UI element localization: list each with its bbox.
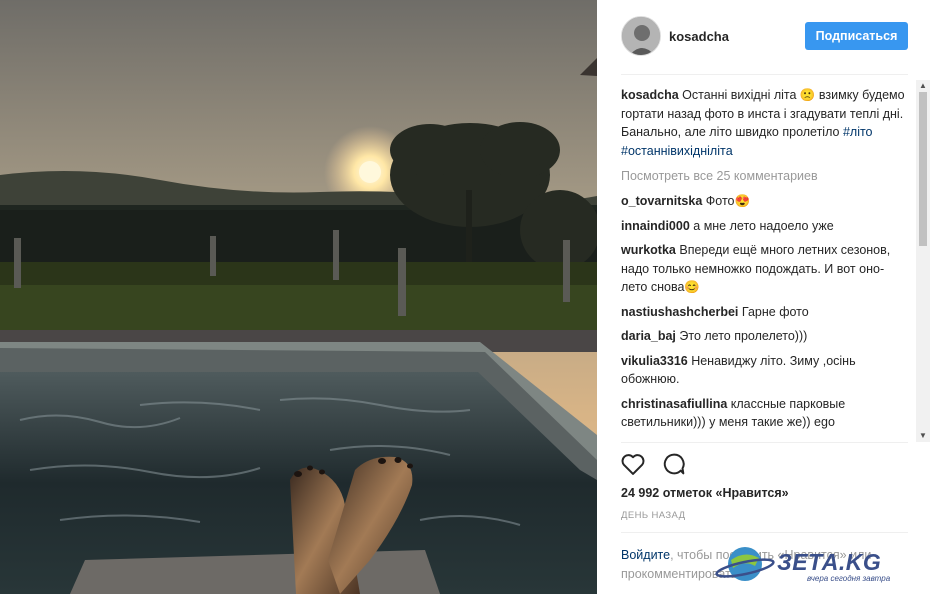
comment-author[interactable]: innaindi000: [621, 219, 690, 233]
avatar[interactable]: [621, 16, 661, 56]
actions-divider: [621, 442, 908, 443]
comments-list[interactable]: kosadcha Останні вихідні літа 🙁 взимку б…: [621, 86, 908, 440]
watermark-text: ЗЕТА.KG: [777, 549, 882, 575]
post-actions: [619, 450, 698, 478]
heart-icon[interactable]: [619, 450, 647, 478]
comment-item: daria_baj Это лето пролелето))): [621, 327, 908, 346]
comment-author[interactable]: o_tovarnitska: [621, 194, 702, 208]
globe-icon: [715, 547, 775, 581]
post-caption: kosadcha Останні вихідні літа 🙁 взимку б…: [621, 86, 908, 160]
view-all-comments-link[interactable]: Посмотреть все 25 комментариев: [621, 167, 908, 185]
post-timestamp[interactable]: ДЕНЬ НАЗАД: [621, 510, 685, 521]
watermark-subtitle: вчера сегодня завтра: [807, 574, 891, 583]
post-header: kosadcha Подписаться: [621, 16, 908, 58]
comment-author[interactable]: daria_baj: [621, 329, 676, 343]
hashtag-link[interactable]: #літо: [843, 125, 873, 139]
comment-author[interactable]: christinasafiullina: [621, 397, 727, 411]
comment-item: nastiushashcherbei Гарне фото: [621, 303, 908, 322]
comment-item: o_tovarnitska Фото😍: [621, 192, 908, 211]
comment-text: Гарне фото: [741, 304, 809, 319]
sunset-pool-image: [0, 0, 597, 594]
footer-divider: [621, 532, 908, 533]
comment-text: а мне лето надоело уже: [693, 218, 834, 233]
header-divider: [621, 74, 908, 75]
comment-author[interactable]: wurkotka: [621, 243, 676, 257]
post-photo[interactable]: [0, 0, 597, 594]
comment-text: Это лето пролелето))): [679, 329, 808, 343]
caption-author[interactable]: kosadcha: [621, 88, 679, 102]
scroll-down-icon[interactable]: ▼: [916, 430, 930, 442]
likes-count[interactable]: 24 992 отметок «Нравится»: [621, 486, 789, 500]
username-link[interactable]: kosadcha: [669, 29, 729, 44]
scroll-up-icon[interactable]: ▲: [916, 80, 930, 92]
comment-text: Фото😍: [705, 194, 751, 208]
follow-button[interactable]: Подписаться: [805, 22, 908, 50]
comments-scrollbar[interactable]: ▲ ▼: [916, 80, 930, 442]
comment-item: wurkotka Впереди ещё много летних сезоно…: [621, 241, 908, 297]
comment-author[interactable]: nastiushashcherbei: [621, 305, 738, 319]
comment-item: christinasafiullina классные парковые св…: [621, 395, 908, 432]
post-side-panel: kosadcha Подписаться kosadcha Останні ви…: [597, 0, 930, 594]
comment-item: innaindi000 а мне лето надоело уже: [621, 217, 908, 236]
scrollbar-thumb[interactable]: [919, 92, 927, 246]
site-watermark-logo: ЗЕТА.KG вчера сегодня завтра: [715, 540, 927, 588]
login-link[interactable]: Войдите: [621, 548, 670, 562]
hashtag-link[interactable]: #останнівихіднілітa: [621, 144, 733, 158]
comment-item: vikulia3316 Ненавиджу літо. Зиму ,осінь …: [621, 352, 908, 389]
comment-icon[interactable]: [660, 450, 688, 478]
comment-author[interactable]: vikulia3316: [621, 354, 688, 368]
